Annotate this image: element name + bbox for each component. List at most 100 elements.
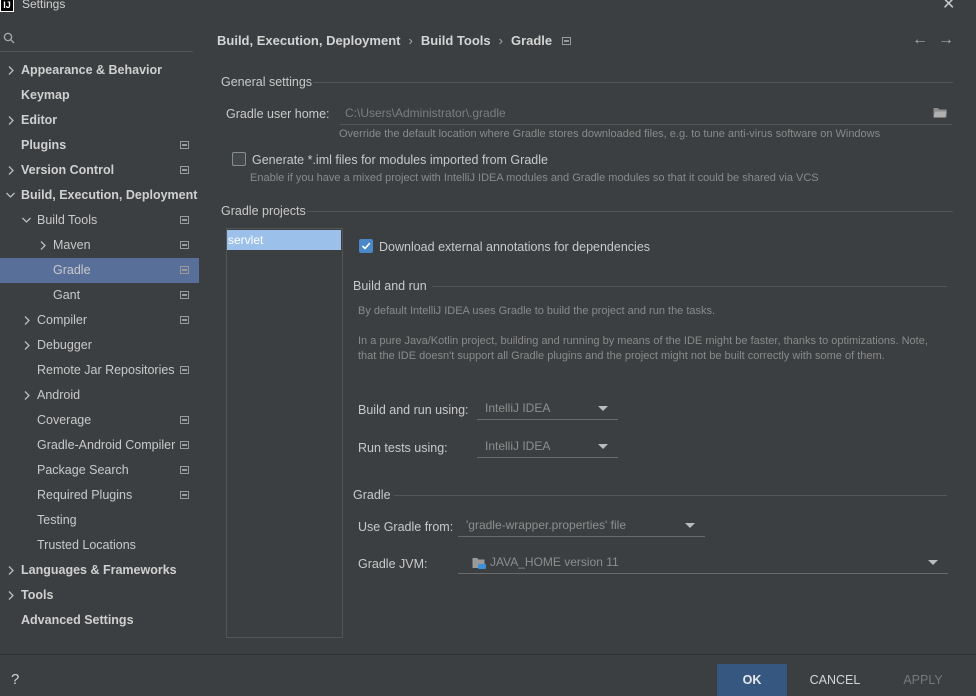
chevron-down-icon[interactable] <box>5 183 17 208</box>
run-tests-using-label: Run tests using: <box>358 441 448 455</box>
sidebar-item-maven[interactable]: Maven <box>0 233 199 258</box>
settings-search-input[interactable] <box>18 30 193 50</box>
help-button[interactable]: ? <box>11 671 19 688</box>
project-level-icon <box>180 291 189 299</box>
sidebar-item-languages-frameworks[interactable]: Languages & Frameworks <box>0 558 199 583</box>
chevron-right-icon[interactable] <box>6 58 18 83</box>
sidebar-item-tools[interactable]: Tools <box>0 583 199 608</box>
close-icon[interactable]: ✕ <box>942 0 955 14</box>
use-gradle-from-label: Use Gradle from: <box>358 520 454 534</box>
sidebar-item-version-control[interactable]: Version Control <box>0 158 199 183</box>
sidebar-item-trusted-locations[interactable]: Trusted Locations <box>0 533 199 558</box>
download-annotations-label: Download external annotations for depend… <box>379 240 651 254</box>
breadcrumb-separator: › <box>498 33 503 48</box>
sidebar-item-build-tools[interactable]: Build Tools <box>0 208 199 233</box>
sidebar-item-label: Required Plugins <box>37 488 133 502</box>
sidebar-item-remote-jar-repositories[interactable]: Remote Jar Repositories <box>0 358 199 383</box>
folder-icon[interactable] <box>933 107 947 118</box>
sidebar-item-label: Tools <box>21 588 54 602</box>
sidebar-item-label: Version Control <box>21 163 115 177</box>
section-divider <box>313 82 953 83</box>
chevron-down-icon <box>928 560 938 565</box>
sidebar-item-label: Testing <box>37 513 77 527</box>
window-title: Settings <box>22 0 66 11</box>
breadcrumb-item-build-execution-deployment[interactable]: Build, Execution, Deployment <box>217 33 400 48</box>
search-icon <box>3 32 15 44</box>
build-and-run-using-dropdown[interactable]: IntelliJ IDEA <box>477 398 618 420</box>
sidebar-item-coverage[interactable]: Coverage <box>0 408 199 433</box>
sidebar-item-plugins[interactable]: Plugins <box>0 133 199 158</box>
gradle-jvm-dropdown[interactable]: JAVA_HOME version 11 <box>458 552 948 574</box>
ok-button[interactable]: OK <box>717 664 787 696</box>
sidebar-item-appearance-behavior[interactable]: Appearance & Behavior <box>0 58 199 83</box>
use-gradle-from-dropdown[interactable]: 'gradle-wrapper.properties' file <box>458 515 705 537</box>
chevron-right-icon[interactable] <box>6 108 18 133</box>
chevron-down-icon <box>685 523 695 528</box>
generate-iml-checkbox[interactable] <box>232 152 246 166</box>
generate-iml-label: Generate *.iml files for modules importe… <box>252 153 548 167</box>
breadcrumb-item-build-tools[interactable]: Build Tools <box>421 33 491 48</box>
sidebar-item-label: Compiler <box>37 313 88 327</box>
generate-iml-hint: Enable if you have a mixed project with … <box>250 172 819 184</box>
sidebar-item-android[interactable]: Android <box>0 383 199 408</box>
project-level-icon <box>180 416 189 424</box>
sidebar-item-compiler[interactable]: Compiler <box>0 308 199 333</box>
chevron-down-icon[interactable] <box>21 208 33 233</box>
sidebar-item-label: Build, Execution, Deployment <box>21 188 198 202</box>
search-underline <box>0 51 193 52</box>
project-level-icon <box>562 37 572 45</box>
run-tests-using-dropdown[interactable]: IntelliJ IDEA <box>477 436 618 458</box>
checkmark-icon <box>361 242 371 250</box>
sidebar-item-label: Package Search <box>37 463 129 477</box>
project-level-icon <box>180 141 189 149</box>
sidebar-item-gant[interactable]: Gant <box>0 283 199 308</box>
gradle-user-home-value: C:\Users\Administrator\.gradle <box>345 106 506 120</box>
download-annotations-checkbox[interactable] <box>359 239 373 253</box>
sidebar-item-package-search[interactable]: Package Search <box>0 458 199 483</box>
build-and-run-using-label: Build and run using: <box>358 403 469 417</box>
gradle-jvm-label: Gradle JVM: <box>358 557 428 571</box>
sidebar-item-label: Keymap <box>21 88 70 102</box>
chevron-right-icon[interactable] <box>6 583 18 608</box>
project-level-icon <box>180 241 189 249</box>
chevron-right-icon[interactable] <box>22 308 34 333</box>
chevron-right-icon[interactable] <box>22 333 34 358</box>
project-level-icon <box>180 166 189 174</box>
project-level-icon <box>180 216 189 224</box>
chevron-right-icon[interactable] <box>38 233 50 258</box>
chevron-right-icon[interactable] <box>6 158 18 183</box>
sidebar-item-label: Editor <box>21 113 58 127</box>
use-gradle-from-value: 'gradle-wrapper.properties' file <box>466 518 626 532</box>
sidebar-item-gradle[interactable]: Gradle <box>0 258 199 283</box>
sidebar-item-advanced-settings[interactable]: Advanced Settings <box>0 608 199 633</box>
chevron-right-icon[interactable] <box>22 383 34 408</box>
sidebar-item-label: Trusted Locations <box>37 538 136 552</box>
app-logo-icon: IJ <box>0 0 14 12</box>
forward-arrow-icon[interactable]: → <box>938 31 954 49</box>
sidebar-item-gradle-android-compiler[interactable]: Gradle-Android Compiler <box>0 433 199 458</box>
section-divider <box>432 286 947 287</box>
chevron-right-icon[interactable] <box>6 558 18 583</box>
sidebar-item-build-execution-deployment[interactable]: Build, Execution, Deployment <box>0 183 199 208</box>
sidebar-item-required-plugins[interactable]: Required Plugins <box>0 483 199 508</box>
breadcrumb: Build, Execution, Deployment › Build Tools… <box>217 33 572 51</box>
project-list-item-servlet[interactable]: servlet <box>227 230 341 250</box>
build-and-run-title: Build and run <box>353 279 427 293</box>
sidebar-item-label: Remote Jar Repositories <box>37 363 175 377</box>
cancel-button[interactable]: CANCEL <box>803 664 867 696</box>
sidebar-item-testing[interactable]: Testing <box>0 508 199 533</box>
sidebar-item-debugger[interactable]: Debugger <box>0 333 199 358</box>
sidebar-item-editor[interactable]: Editor <box>0 108 199 133</box>
breadcrumb-item-gradle: Gradle <box>510 33 553 48</box>
project-level-icon <box>180 466 189 474</box>
back-arrow-icon[interactable]: ← <box>912 31 928 49</box>
title-bar <box>0 0 976 14</box>
sidebar-item-label: Coverage <box>37 413 92 427</box>
sidebar-item-label: Appearance & Behavior <box>21 63 163 77</box>
chevron-down-icon <box>598 406 608 411</box>
section-divider <box>394 495 947 496</box>
project-level-icon <box>180 491 189 499</box>
sidebar-item-label: Gradle <box>53 263 91 277</box>
sidebar-item-keymap[interactable]: Keymap <box>0 83 199 108</box>
apply-button[interactable]: APPLY <box>888 664 958 696</box>
